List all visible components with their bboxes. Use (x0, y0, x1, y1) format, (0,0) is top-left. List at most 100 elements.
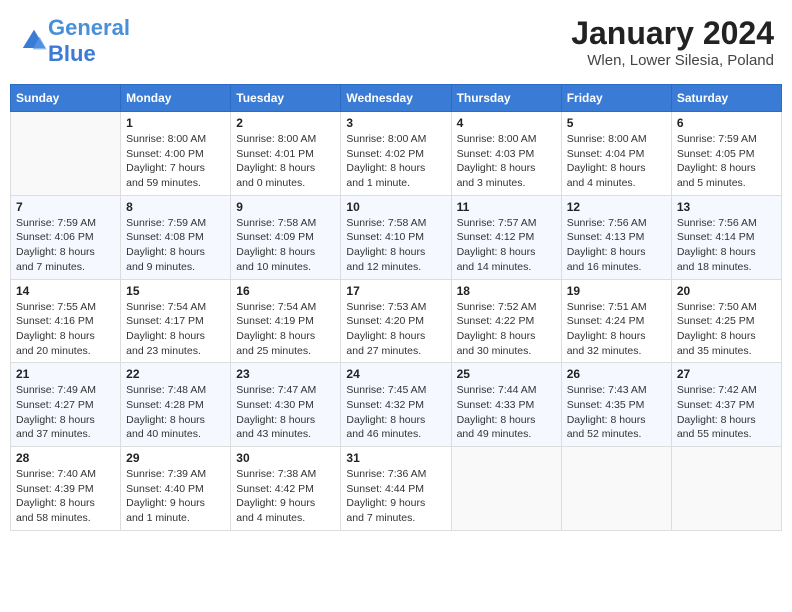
calendar-cell: 18 Sunrise: 7:52 AMSunset: 4:22 PMDayligh… (451, 279, 561, 363)
day-info: Sunrise: 8:00 AMSunset: 4:00 PMDaylight:… (126, 132, 225, 191)
day-info: Sunrise: 7:50 AMSunset: 4:25 PMDaylight:… (677, 300, 776, 359)
calendar-cell: 8 Sunrise: 7:59 AMSunset: 4:08 PMDaylight… (121, 195, 231, 279)
day-number: 27 (677, 367, 776, 381)
calendar-cell (671, 447, 781, 531)
day-number: 25 (457, 367, 556, 381)
day-info: Sunrise: 7:59 AMSunset: 4:05 PMDaylight:… (677, 132, 776, 191)
day-number: 11 (457, 200, 556, 214)
calendar-cell: 5Sunrise: 8:00 AMSunset: 4:04 PMDaylight… (561, 112, 671, 196)
day-number: 14 (16, 284, 115, 298)
calendar-week-row: 14 Sunrise: 7:55 AMSunset: 4:16 PMDayligh… (11, 279, 782, 363)
day-info: Sunrise: 7:59 AMSunset: 4:06 PMDaylight:… (16, 216, 115, 275)
day-info: Sunrise: 7:42 AMSunset: 4:37 PMDaylight:… (677, 383, 776, 442)
day-number: 2 (236, 116, 335, 130)
logo: General Blue (18, 15, 130, 67)
calendar-week-row: 1 Sunrise: 8:00 AMSunset: 4:00 PMDaylight… (11, 112, 782, 196)
day-number: 18 (457, 284, 556, 298)
calendar-cell: 12 Sunrise: 7:56 AMSunset: 4:13 PMDayligh… (561, 195, 671, 279)
day-number: 28 (16, 451, 115, 465)
day-number: 3 (346, 116, 445, 130)
day-number: 10 (346, 200, 445, 214)
day-number: 15 (126, 284, 225, 298)
calendar-cell: 9Sunrise: 7:58 AMSunset: 4:09 PMDaylight… (231, 195, 341, 279)
day-info: Sunrise: 7:38 AMSunset: 4:42 PMDaylight:… (236, 467, 335, 526)
calendar-cell: 16 Sunrise: 7:54 AMSunset: 4:19 PMDayligh… (231, 279, 341, 363)
day-number: 24 (346, 367, 445, 381)
weekday-header: Wednesday (341, 85, 451, 112)
day-info: Sunrise: 7:55 AMSunset: 4:16 PMDaylight:… (16, 300, 115, 359)
day-number: 9 (236, 200, 335, 214)
day-info: Sunrise: 7:52 AMSunset: 4:22 PMDaylight:… (457, 300, 556, 359)
calendar-cell: 7 Sunrise: 7:59 AMSunset: 4:06 PMDaylight… (11, 195, 121, 279)
day-info: Sunrise: 8:00 AMSunset: 4:01 PMDaylight:… (236, 132, 335, 191)
day-number: 1 (126, 116, 225, 130)
calendar-cell: 17Sunrise: 7:53 AMSunset: 4:20 PMDayligh… (341, 279, 451, 363)
day-number: 16 (236, 284, 335, 298)
calendar-cell: 25 Sunrise: 7:44 AMSunset: 4:33 PMDayligh… (451, 363, 561, 447)
location-title: Wlen, Lower Silesia, Poland (571, 52, 774, 69)
day-number: 5 (567, 116, 666, 130)
day-number: 23 (236, 367, 335, 381)
day-info: Sunrise: 7:44 AMSunset: 4:33 PMDaylight:… (457, 383, 556, 442)
day-number: 21 (16, 367, 115, 381)
calendar-week-row: 21 Sunrise: 7:49 AMSunset: 4:27 PMDayligh… (11, 363, 782, 447)
calendar-cell: 23 Sunrise: 7:47 AMSunset: 4:30 PMDayligh… (231, 363, 341, 447)
calendar-cell: 2 Sunrise: 8:00 AMSunset: 4:01 PMDaylight… (231, 112, 341, 196)
calendar-cell: 20 Sunrise: 7:50 AMSunset: 4:25 PMDayligh… (671, 279, 781, 363)
day-number: 8 (126, 200, 225, 214)
title-block: January 2024 Wlen, Lower Silesia, Poland (571, 15, 774, 69)
day-number: 20 (677, 284, 776, 298)
calendar-cell (561, 447, 671, 531)
day-info: Sunrise: 7:56 AMSunset: 4:14 PMDaylight:… (677, 216, 776, 275)
day-number: 26 (567, 367, 666, 381)
calendar-cell: 14 Sunrise: 7:55 AMSunset: 4:16 PMDayligh… (11, 279, 121, 363)
day-number: 30 (236, 451, 335, 465)
day-info: Sunrise: 7:39 AMSunset: 4:40 PMDaylight:… (126, 467, 225, 526)
day-number: 31 (346, 451, 445, 465)
calendar-cell: 6Sunrise: 7:59 AMSunset: 4:05 PMDaylight… (671, 112, 781, 196)
page-header: General Blue January 2024 Wlen, Lower Si… (10, 10, 782, 74)
day-number: 19 (567, 284, 666, 298)
calendar-cell: 13 Sunrise: 7:56 AMSunset: 4:14 PMDayligh… (671, 195, 781, 279)
calendar-cell: 11 Sunrise: 7:57 AMSunset: 4:12 PMDayligh… (451, 195, 561, 279)
logo-general: General (48, 15, 130, 40)
day-info: Sunrise: 7:45 AMSunset: 4:32 PMDaylight:… (346, 383, 445, 442)
month-title: January 2024 (571, 15, 774, 52)
calendar-cell: 1 Sunrise: 8:00 AMSunset: 4:00 PMDaylight… (121, 112, 231, 196)
calendar-cell: 29 Sunrise: 7:39 AMSunset: 4:40 PMDayligh… (121, 447, 231, 531)
calendar-cell (11, 112, 121, 196)
calendar-cell: 15 Sunrise: 7:54 AMSunset: 4:17 PMDayligh… (121, 279, 231, 363)
calendar-table: SundayMondayTuesdayWednesdayThursdayFrid… (10, 84, 782, 531)
calendar-cell: 4Sunrise: 8:00 AMSunset: 4:03 PMDaylight… (451, 112, 561, 196)
weekday-header: Sunday (11, 85, 121, 112)
day-info: Sunrise: 7:58 AMSunset: 4:10 PMDaylight:… (346, 216, 445, 275)
day-info: Sunrise: 7:49 AMSunset: 4:27 PMDaylight:… (16, 383, 115, 442)
day-number: 29 (126, 451, 225, 465)
day-info: Sunrise: 7:59 AMSunset: 4:08 PMDaylight:… (126, 216, 225, 275)
calendar-week-row: 28Sunrise: 7:40 AMSunset: 4:39 PMDayligh… (11, 447, 782, 531)
calendar-cell: 31 Sunrise: 7:36 AMSunset: 4:44 PMDayligh… (341, 447, 451, 531)
day-info: Sunrise: 7:47 AMSunset: 4:30 PMDaylight:… (236, 383, 335, 442)
weekday-header: Tuesday (231, 85, 341, 112)
weekday-header: Saturday (671, 85, 781, 112)
weekday-header: Friday (561, 85, 671, 112)
calendar-cell: 19Sunrise: 7:51 AMSunset: 4:24 PMDayligh… (561, 279, 671, 363)
day-info: Sunrise: 7:57 AMSunset: 4:12 PMDaylight:… (457, 216, 556, 275)
day-info: Sunrise: 7:56 AMSunset: 4:13 PMDaylight:… (567, 216, 666, 275)
calendar-cell: 3 Sunrise: 8:00 AMSunset: 4:02 PMDaylight… (341, 112, 451, 196)
day-number: 7 (16, 200, 115, 214)
calendar-cell: 21 Sunrise: 7:49 AMSunset: 4:27 PMDayligh… (11, 363, 121, 447)
day-info: Sunrise: 7:36 AMSunset: 4:44 PMDaylight:… (346, 467, 445, 526)
day-info: Sunrise: 8:00 AMSunset: 4:02 PMDaylight:… (346, 132, 445, 191)
calendar-cell: 27 Sunrise: 7:42 AMSunset: 4:37 PMDayligh… (671, 363, 781, 447)
weekday-header: Thursday (451, 85, 561, 112)
day-number: 13 (677, 200, 776, 214)
day-number: 12 (567, 200, 666, 214)
day-info: Sunrise: 7:54 AMSunset: 4:17 PMDaylight:… (126, 300, 225, 359)
day-number: 17 (346, 284, 445, 298)
calendar-cell: 28Sunrise: 7:40 AMSunset: 4:39 PMDayligh… (11, 447, 121, 531)
day-info: Sunrise: 7:54 AMSunset: 4:19 PMDaylight:… (236, 300, 335, 359)
calendar-cell: 10 Sunrise: 7:58 AMSunset: 4:10 PMDayligh… (341, 195, 451, 279)
calendar-week-row: 7 Sunrise: 7:59 AMSunset: 4:06 PMDaylight… (11, 195, 782, 279)
calendar-cell: 30 Sunrise: 7:38 AMSunset: 4:42 PMDayligh… (231, 447, 341, 531)
